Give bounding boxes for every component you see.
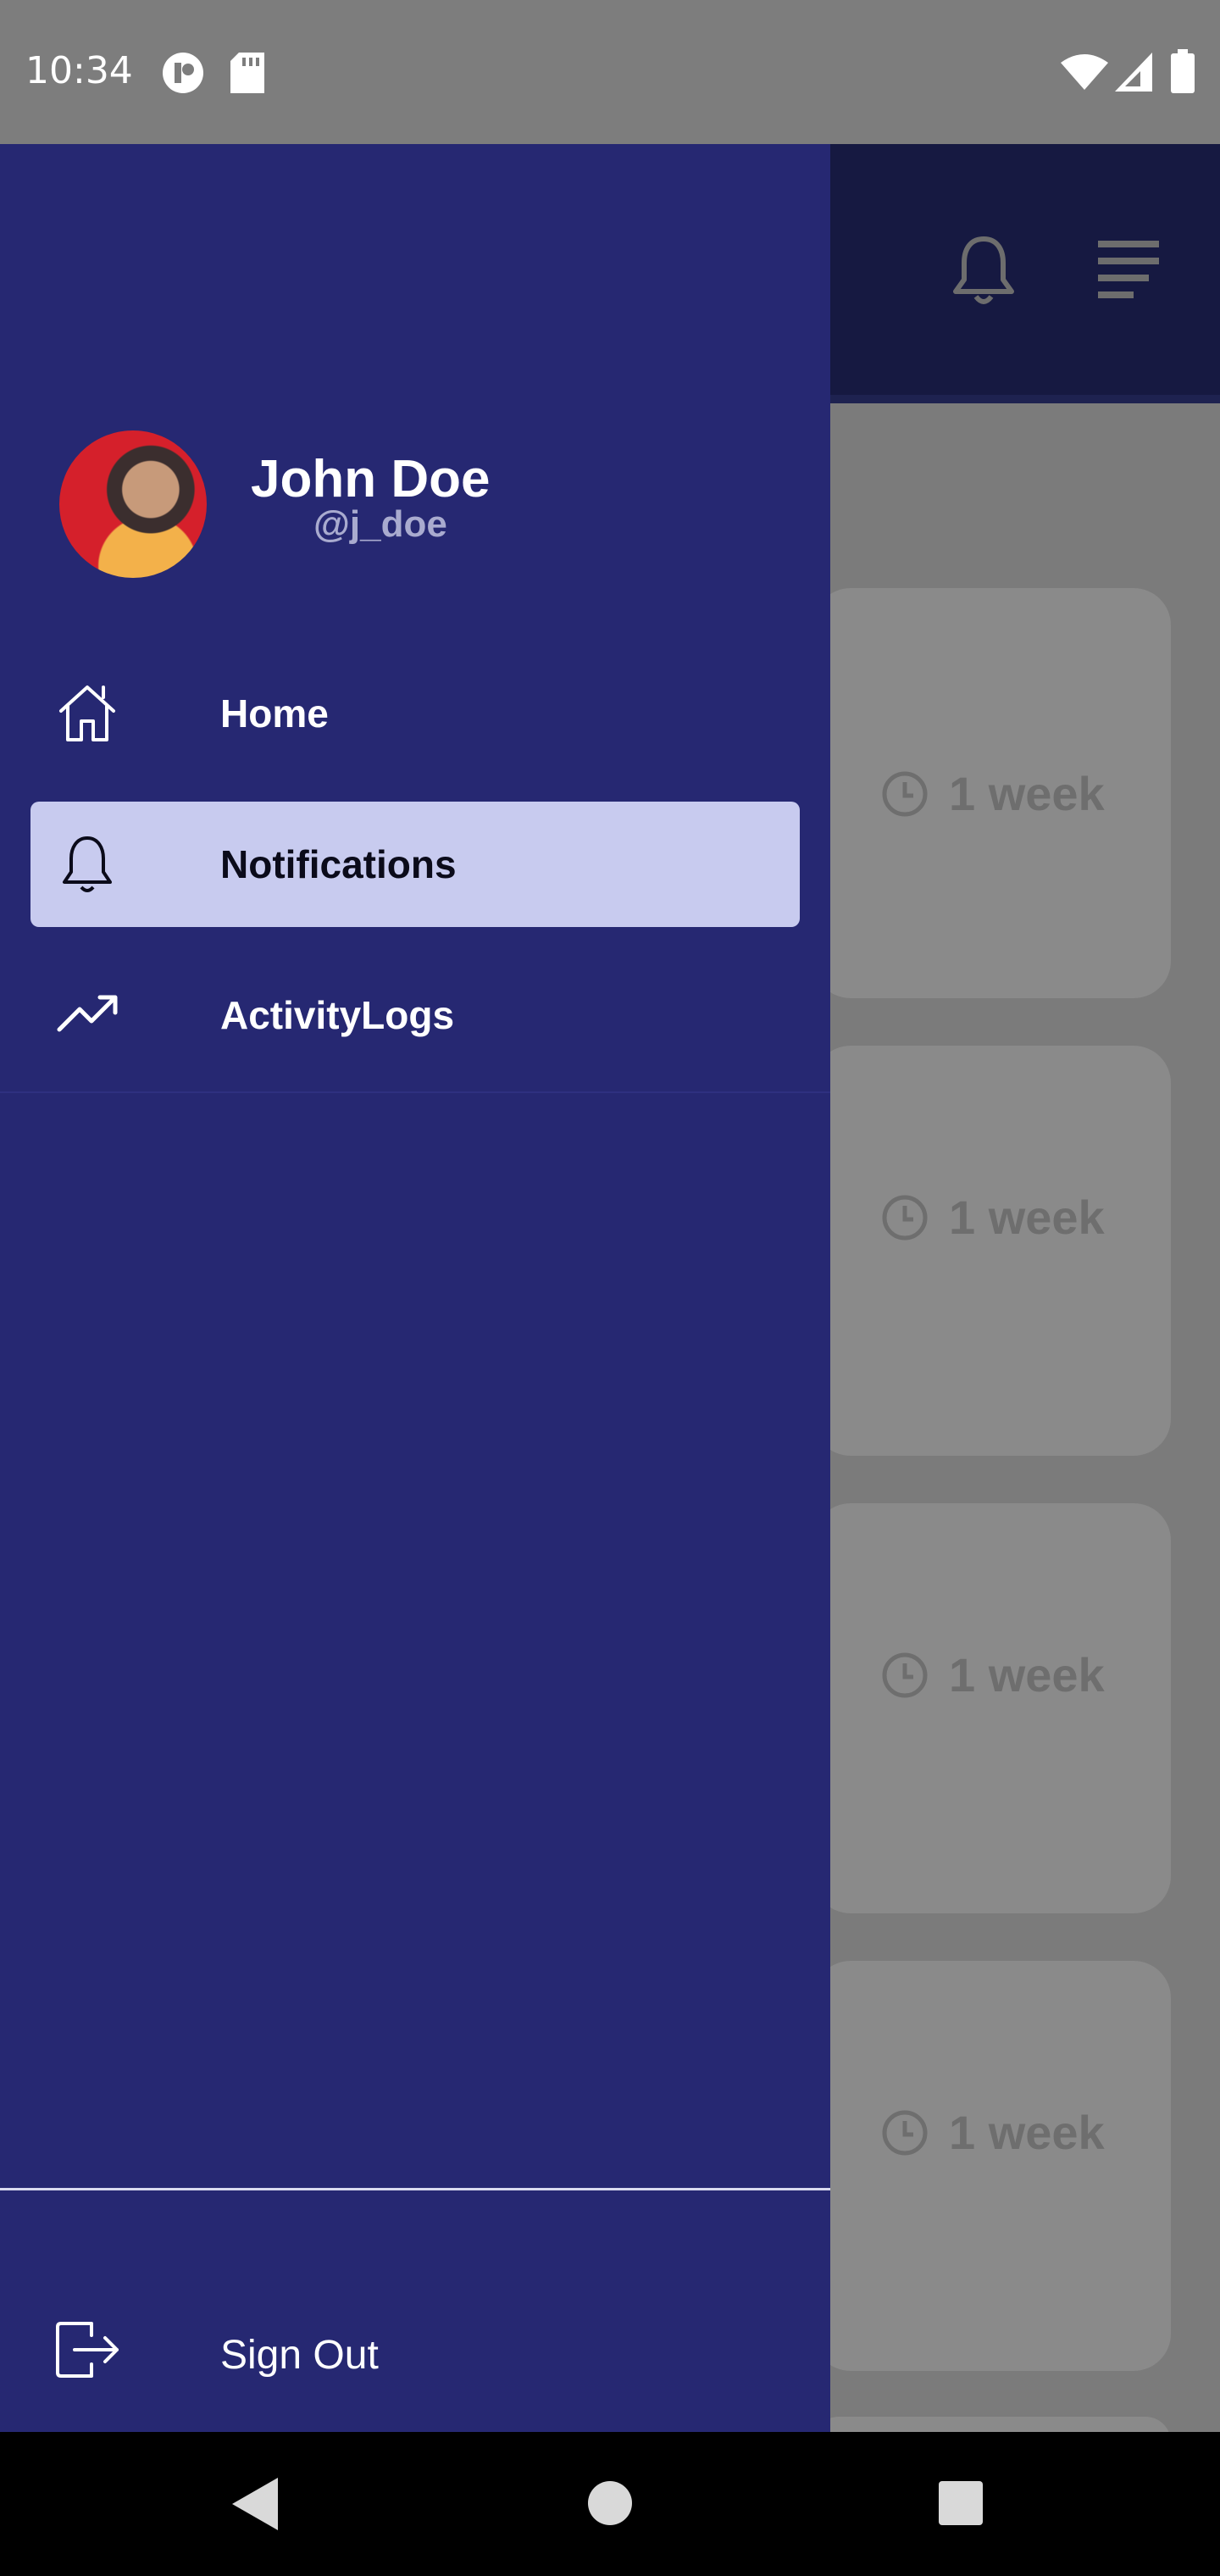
user-handle: @j_doe: [313, 503, 447, 545]
notification-card[interactable]: 1 week: [813, 1503, 1171, 1913]
clock-icon: [882, 771, 928, 816]
sign-out-button[interactable]: Sign Out: [0, 2288, 830, 2415]
notification-card[interactable]: 1 week: [813, 1961, 1171, 2371]
system-navigation-bar: [0, 2432, 1220, 2576]
drawer-item-activitylogs[interactable]: ActivityLogs: [30, 952, 800, 1078]
home-icon: [59, 686, 115, 741]
drawer-item-label: ActivityLogs: [220, 993, 455, 1037]
card-time: 1 week: [949, 1648, 1105, 1702]
card-time: 1 week: [949, 1191, 1105, 1244]
signout-divider: [0, 2188, 830, 2190]
bell-icon: [63, 836, 112, 892]
app-bar-divider: [830, 395, 1220, 403]
status-time: 10:34: [25, 49, 133, 92]
signal-icon: [1115, 53, 1152, 92]
sign-out-label: Sign Out: [220, 2333, 379, 2378]
drawer-item-home[interactable]: Home: [30, 651, 800, 776]
clock-icon: [882, 1195, 928, 1240]
wifi-icon: [1061, 54, 1108, 90]
back-button[interactable]: [232, 2478, 278, 2530]
card-time: 1 week: [949, 767, 1105, 820]
logout-icon: [56, 2322, 119, 2378]
bell-icon[interactable]: [952, 236, 1015, 307]
notification-card[interactable]: 1 week: [813, 588, 1171, 998]
sd-card-icon: [230, 53, 264, 93]
menu-icon[interactable]: [1098, 241, 1159, 302]
battery-icon: [1171, 49, 1195, 93]
trending-up-icon: [57, 995, 118, 1032]
recents-button[interactable]: [937, 2479, 984, 2527]
clock-icon: [882, 1652, 928, 1697]
drawer-item-notifications[interactable]: Notifications: [30, 802, 800, 927]
app-notification-icon: [163, 53, 203, 93]
navigation-drawer: John Doe @j_doe Home Notifications Activ…: [0, 144, 830, 2432]
avatar[interactable]: [59, 430, 207, 578]
status-bar: 10:34: [0, 0, 1220, 144]
clock-icon: [882, 2110, 928, 2155]
notification-card[interactable]: 1 week: [813, 1046, 1171, 1456]
home-button[interactable]: [586, 2479, 634, 2527]
drawer-item-label: Home: [220, 691, 329, 736]
user-name: John Doe: [251, 450, 491, 508]
drawer-divider: [0, 1091, 830, 1093]
drawer-item-label: Notifications: [220, 842, 457, 886]
card-time: 1 week: [949, 2106, 1105, 2159]
